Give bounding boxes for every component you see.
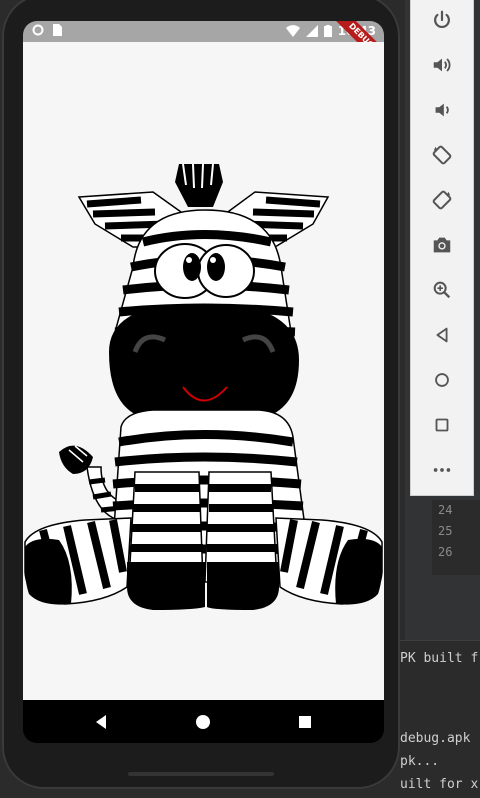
emulator-toolbar — [410, 0, 474, 496]
camera-icon — [433, 237, 451, 253]
zoom-icon — [433, 281, 451, 299]
nav-home-button[interactable] — [191, 710, 215, 734]
status-bar: 10:43 DEBUG — [23, 21, 384, 73]
cell-signal-icon — [305, 25, 318, 37]
phone-screen: 10:43 DEBUG — [23, 21, 384, 743]
rotate-right-icon — [432, 190, 452, 210]
back-button[interactable] — [427, 320, 457, 350]
power-icon — [434, 10, 450, 29]
home-icon — [435, 373, 449, 387]
nav-back-button[interactable] — [89, 710, 113, 734]
phone-frame: 10:43 DEBUG — [2, 0, 400, 789]
power-button[interactable] — [427, 5, 457, 35]
phone-speaker-grille — [128, 772, 274, 776]
notification-dot-icon — [32, 24, 44, 36]
nav-overview-button[interactable] — [293, 710, 317, 734]
sd-card-icon — [53, 24, 62, 36]
console-line: pk... — [400, 754, 440, 769]
zoom-button[interactable] — [427, 275, 457, 305]
app-content — [23, 42, 384, 700]
line-number: 25 — [438, 524, 453, 538]
screenshot-button[interactable] — [427, 230, 457, 260]
more-icon — [433, 468, 451, 472]
volume-up-button[interactable] — [427, 50, 457, 80]
line-number: 24 — [438, 503, 453, 517]
rotate-left-button[interactable] — [427, 140, 457, 170]
volume-down-icon — [435, 103, 449, 117]
overview-square-icon — [299, 716, 311, 728]
console-line: PK built f — [400, 651, 479, 666]
volume-up-icon — [433, 58, 451, 72]
battery-icon — [323, 25, 332, 37]
volume-down-button[interactable] — [427, 95, 457, 125]
navigation-bar — [23, 700, 384, 743]
console-line: uilt for x — [400, 777, 479, 792]
wifi-icon — [285, 25, 300, 37]
back-icon — [436, 327, 448, 343]
console-line: debug.apk — [400, 731, 471, 746]
line-number: 26 — [438, 545, 453, 559]
more-button[interactable] — [427, 455, 457, 485]
ide-console: PK built f debug.apk pk... uilt for x — [400, 640, 480, 798]
overview-icon — [435, 418, 449, 432]
home-button[interactable] — [427, 365, 457, 395]
rotate-right-button[interactable] — [427, 185, 457, 215]
zebra-illustration — [24, 163, 383, 610]
rotate-left-icon — [432, 145, 452, 165]
home-circle-icon — [196, 715, 210, 729]
ide-line-gutter: 24 25 26 — [432, 500, 480, 575]
overview-button[interactable] — [427, 410, 457, 440]
back-triangle-icon — [96, 715, 106, 729]
